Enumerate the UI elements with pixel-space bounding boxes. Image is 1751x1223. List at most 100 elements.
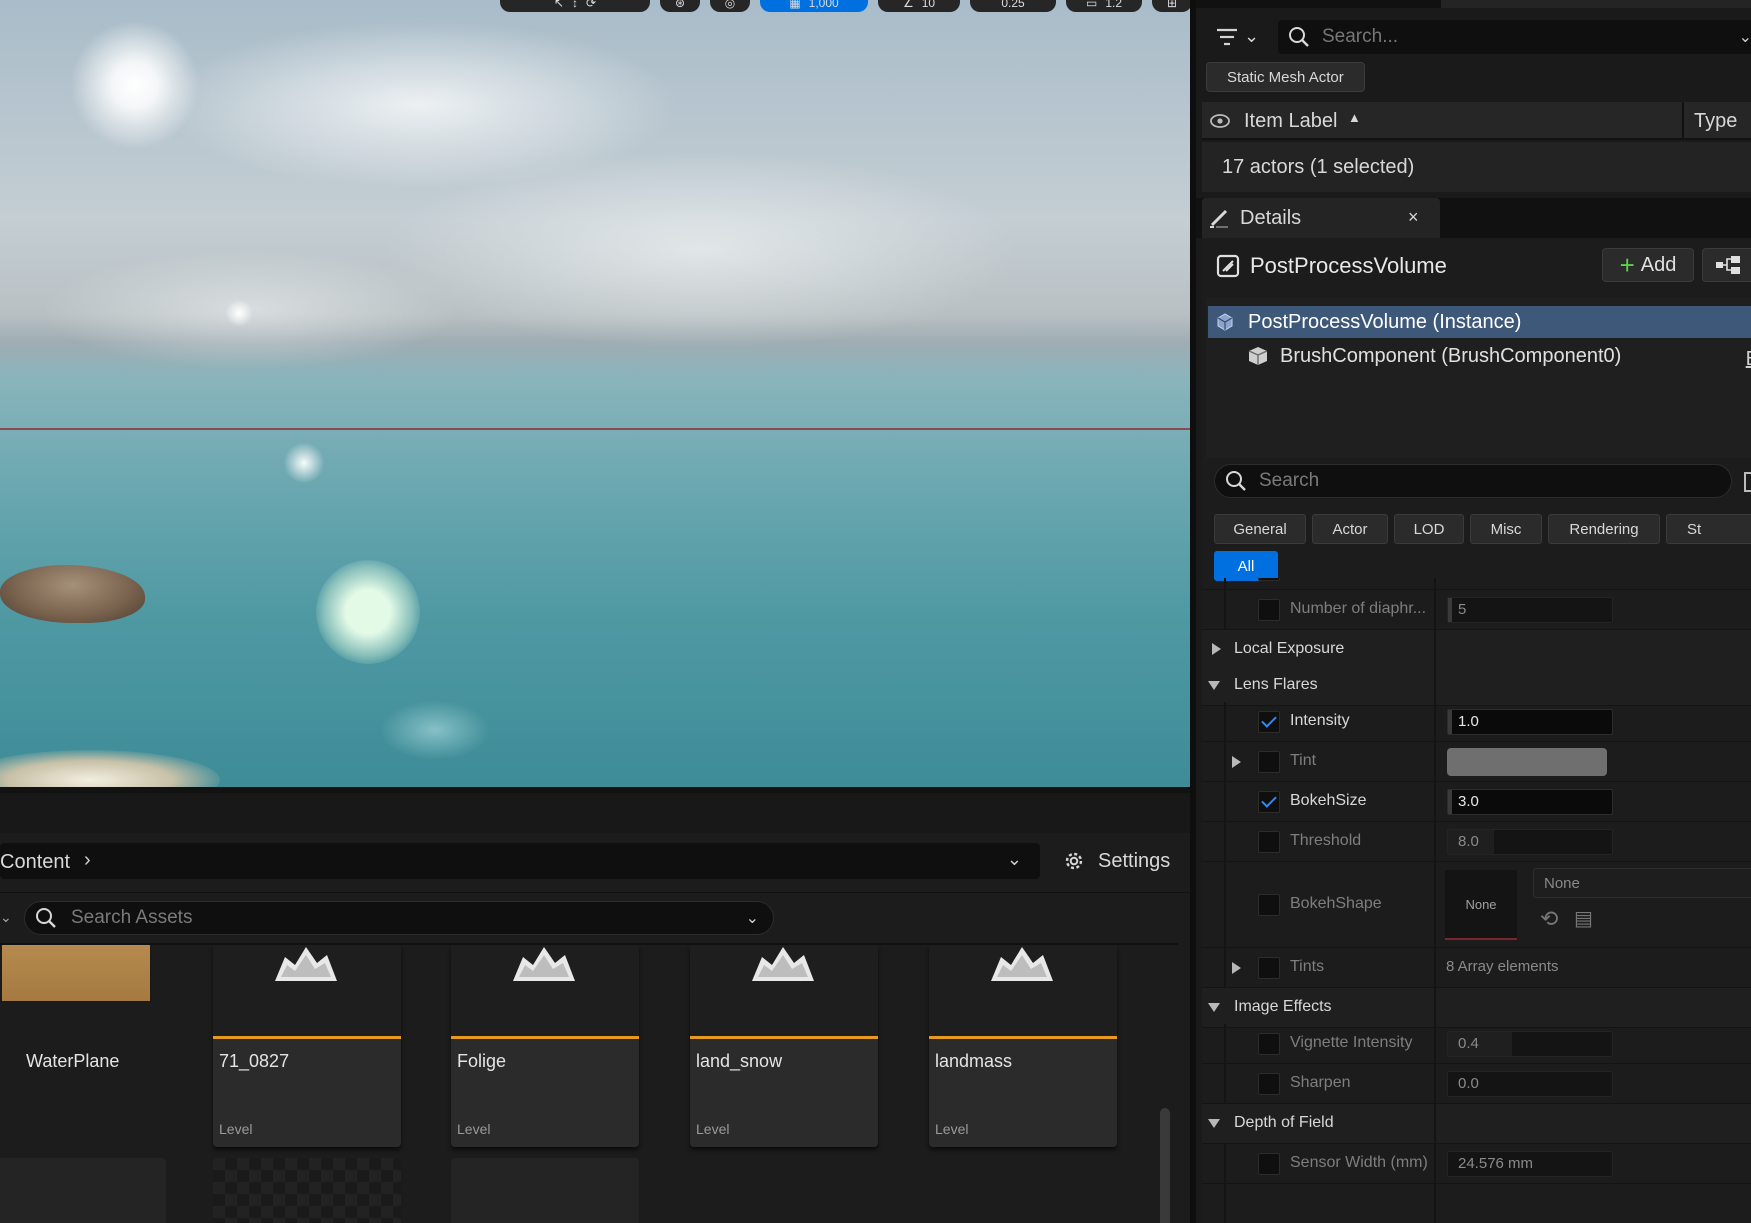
move-icon[interactable]: ↕ [572,0,578,10]
divider [0,892,1190,893]
level-viewport[interactable]: ↖ ↕ ⟳ ⊛ ◎ ▦ 1,000 ∠ 10 0.25 ▭ 1.2 ⊞ [0,0,1190,787]
number-field[interactable]: 0.0 [1447,1071,1613,1097]
blueprint-button[interactable] [1702,248,1751,282]
number-field[interactable]: 1.0 [1447,709,1613,735]
scale-snap-button[interactable]: 0.25 [970,0,1056,12]
number-field[interactable]: 3.0 [1447,789,1613,815]
world-local-button[interactable]: ◎ [710,0,750,12]
filter-chevron-icon[interactable]: ⌄ [0,909,12,926]
override-checkbox[interactable] [1258,751,1280,773]
number-field[interactable]: 5 [1447,597,1613,623]
outliner-filter-button[interactable]: ⌄ [1216,26,1259,47]
chevron-right-icon[interactable]: › [84,849,91,872]
category-general[interactable]: General [1214,514,1306,544]
rock-mesh[interactable] [0,565,145,623]
override-checkbox[interactable] [1258,1073,1280,1095]
outliner-header: Item Label ▲ Type [1202,102,1751,140]
override-checkbox[interactable] [1258,1033,1280,1055]
component-row-brush[interactable]: BrushComponent (BrushComponent0) [1246,340,1621,372]
tab-details[interactable]: Details × [1202,198,1440,238]
override-checkbox[interactable] [1258,791,1280,813]
search-assets-input[interactable]: Search Assets ⌄ [24,901,774,935]
eye-icon[interactable] [1210,112,1230,130]
texture-thumbnail[interactable]: None [1445,870,1517,940]
override-checkbox[interactable] [1258,599,1280,621]
viewport-layout-button[interactable]: ⊞ [1152,0,1190,12]
indent-guide [1224,1064,1226,1103]
edit-link[interactable]: E [1746,348,1751,371]
asset-picker-dropdown[interactable]: None [1533,868,1751,898]
column-divider[interactable] [1682,102,1684,140]
sort-ascending-icon[interactable]: ▲ [1348,110,1361,125]
grid-icon: ▦ [789,0,801,10]
property-row-vignette-intensity: Vignette Intensity 0.4 [1202,1024,1751,1064]
filter-chip-static-mesh-actor[interactable]: Static Mesh Actor [1206,62,1365,92]
path-content-label[interactable]: Content [0,851,70,874]
column-item-label[interactable]: Item Label [1244,110,1337,133]
post-process-volume-icon [1216,254,1240,278]
override-checkbox[interactable] [1258,711,1280,733]
override-checkbox[interactable] [1258,957,1280,979]
override-checkbox[interactable] [1258,578,1280,581]
color-swatch[interactable] [1447,748,1607,776]
asset-tile-level[interactable]: 71_0827 Level [213,945,401,1147]
category-lod[interactable]: LOD [1394,514,1464,544]
chevron-down-icon[interactable]: ⌄ [1007,849,1022,870]
override-checkbox[interactable] [1258,1153,1280,1175]
category-depth-of-field[interactable]: Depth of Field [1202,1104,1751,1144]
settings-button[interactable]: Settings [1062,843,1170,879]
panel-tab-strip [0,793,1190,833]
column-type[interactable]: Type [1694,110,1737,133]
collapse-arrow-icon[interactable] [1208,1003,1220,1012]
category-local-exposure[interactable]: Local Exposure [1202,630,1751,670]
number-field[interactable]: 0.4 [1447,1031,1613,1057]
collapse-arrow-icon[interactable] [1208,1119,1220,1128]
asset-tile-waterplane[interactable]: WaterPlane [0,945,190,1147]
category-all[interactable]: All [1214,551,1278,581]
number-field[interactable]: 24.576 mm [1447,1151,1613,1177]
override-checkbox[interactable] [1258,831,1280,853]
expand-arrow-icon[interactable] [1232,962,1241,974]
rotation-snap-button[interactable]: ∠ 10 [878,0,960,12]
property-matrix-icon[interactable] [1744,472,1751,492]
add-component-button[interactable]: + Add [1602,248,1694,282]
chevron-down-icon[interactable]: ⌄ [746,908,759,928]
details-search-input[interactable]: Search [1214,464,1732,498]
asset-name: land_snow [696,1051,783,1071]
category-image-effects[interactable]: Image Effects [1202,988,1751,1028]
category-streaming[interactable]: St [1666,514,1751,544]
browse-folder-icon[interactable]: ▤ [1574,906,1593,931]
expand-arrow-icon[interactable] [1232,756,1241,768]
camera-speed-button[interactable]: ▭ 1.2 [1066,0,1142,12]
rotate-icon[interactable]: ⟳ [586,0,596,10]
path-breadcrumb[interactable]: Content › ⌄ [0,843,1040,879]
asset-tile-level[interactable]: land_snow Level [690,945,878,1147]
close-icon[interactable]: × [1408,207,1419,228]
grid-snap-button[interactable]: ▦ 1,000 [760,0,868,12]
number-field[interactable]: 8.0 [1447,829,1613,855]
category-lens-flares[interactable]: Lens Flares [1202,666,1751,706]
select-icon[interactable]: ↖ [554,0,564,10]
category-misc[interactable]: Misc [1470,514,1542,544]
scrollbar[interactable] [1160,1108,1170,1223]
asset-tile-level[interactable]: landmass Level [929,945,1117,1147]
actor-name[interactable]: PostProcessVolume [1250,253,1447,279]
override-checkbox[interactable] [1258,894,1280,916]
asset-tile-texture[interactable] [213,1158,401,1223]
category-rendering[interactable]: Rendering [1548,514,1660,544]
asset-tile[interactable] [0,1158,166,1223]
transform-tools[interactable]: ↖ ↕ ⟳ [500,0,650,12]
outliner-search-input[interactable]: Search... ⌄ [1278,20,1751,54]
asset-tile-level[interactable]: Folige Level [451,945,639,1147]
expand-arrow-icon[interactable] [1212,643,1221,655]
collapse-arrow-icon[interactable] [1208,681,1220,690]
outliner-tab[interactable] [1441,0,1751,8]
category-actor[interactable]: Actor [1312,514,1388,544]
use-selected-icon[interactable]: ⟲ [1540,906,1558,932]
asset-tile[interactable] [451,1158,639,1223]
surface-snap-button[interactable]: ⊛ [660,0,700,12]
component-row-instance[interactable]: PostProcessVolume (Instance) [1208,306,1751,338]
field-value: 1.0 [1458,713,1479,730]
chevron-down-icon[interactable]: ⌄ [1739,27,1751,47]
details-tab-label: Details [1240,206,1302,229]
